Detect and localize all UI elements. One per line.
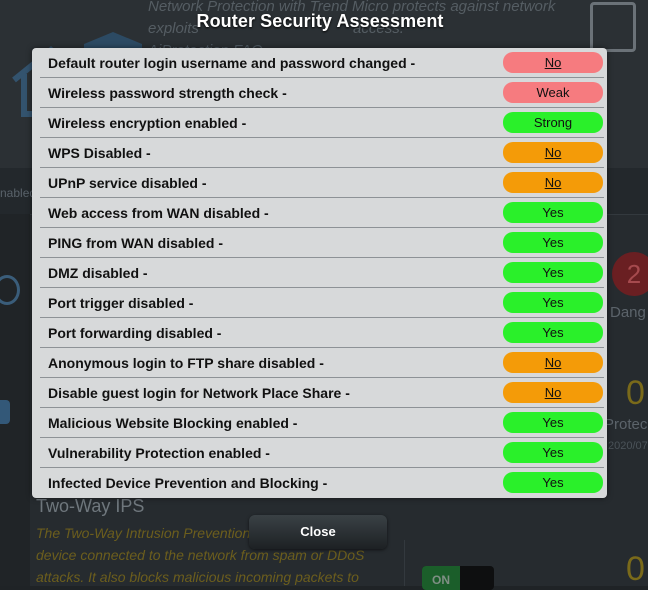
assessment-row: Infected Device Prevention and Blocking … <box>40 468 604 497</box>
assessment-label: Anonymous login to FTP share disabled - <box>48 355 324 371</box>
status-link[interactable]: No <box>503 172 603 193</box>
status-badge: Yes <box>503 472 603 493</box>
danger-count-badge: 2 <box>612 252 648 296</box>
toggle-on-label: ON <box>422 566 460 590</box>
ips-toggle[interactable]: ON <box>422 566 494 590</box>
status-link[interactable]: No <box>503 352 603 373</box>
ips-desc-line: device connected to the network from spa… <box>36 547 365 563</box>
assessment-label: UPnP service disabled - <box>48 175 207 191</box>
ips-desc-line: The Two-Way Intrusion Prevention <box>36 525 251 541</box>
status-badge: Yes <box>503 292 603 313</box>
assessment-row: Anonymous login to FTP share disabled - N… <box>40 348 604 378</box>
assessment-row: DMZ disabled - Yes <box>40 258 604 288</box>
protected-label: Protec <box>604 416 648 433</box>
status-badge: Yes <box>503 322 603 343</box>
assessment-label: Default router login username and passwo… <box>48 55 416 71</box>
assessment-row: Port trigger disabled - Yes <box>40 288 604 318</box>
ips-desc-line: attacks. It also blocks malicious incomi… <box>36 569 359 585</box>
status-badge: Yes <box>503 412 603 433</box>
protected-count: 0 <box>626 374 645 412</box>
close-button[interactable]: Close <box>249 515 387 549</box>
assessment-label: DMZ disabled - <box>48 265 148 281</box>
assessment-row: UPnP service disabled - No <box>40 168 604 198</box>
dialog-title: Router Security Assessment <box>196 11 444 31</box>
assessment-label: Wireless encryption enabled - <box>48 115 247 131</box>
assessment-label: PING from WAN disabled - <box>48 235 224 251</box>
status-badge: Weak <box>503 82 603 103</box>
assessment-label: Port trigger disabled - <box>48 295 194 311</box>
status-link[interactable]: No <box>503 52 603 73</box>
assessment-label: WPS Disabled - <box>48 145 151 161</box>
assessment-label: Port forwarding disabled - <box>48 325 222 341</box>
status-link[interactable]: No <box>503 142 603 163</box>
tab-label[interactable]: nabled <box>0 186 36 200</box>
ips-title: Two-Way IPS <box>36 496 145 516</box>
assessment-label: Wireless password strength check - <box>48 85 287 101</box>
assessment-row: Web access from WAN disabled - Yes <box>40 198 604 228</box>
protection-date: 2020/07 <box>608 440 648 452</box>
status-badge: Yes <box>503 232 603 253</box>
assessment-row: Malicious Website Blocking enabled - Yes <box>40 408 604 438</box>
assessment-row: Port forwarding disabled - Yes <box>40 318 604 348</box>
assessment-row: Vulnerability Protection enabled - Yes <box>40 438 604 468</box>
assessment-label: Disable guest login for Network Place Sh… <box>48 385 350 401</box>
danger-label: Dang <box>610 304 646 321</box>
assessment-row: Disable guest login for Network Place Sh… <box>40 378 604 408</box>
assessment-list: Default router login username and passwo… <box>40 48 604 497</box>
status-link[interactable]: No <box>503 382 603 403</box>
status-badge: Yes <box>503 442 603 463</box>
assessment-label: Vulnerability Protection enabled - <box>48 445 270 461</box>
security-assessment-panel: Default router login username and passwo… <box>32 48 607 498</box>
status-badge: Yes <box>503 202 603 223</box>
assessment-row: WPS Disabled - No <box>40 138 604 168</box>
status-badge: Yes <box>503 262 603 283</box>
status-badge: Strong <box>503 112 603 133</box>
assessment-label: Malicious Website Blocking enabled - <box>48 415 298 431</box>
assessment-row: PING from WAN disabled - Yes <box>40 228 604 258</box>
assessment-row: Wireless password strength check - Weak <box>40 78 604 108</box>
assessment-row: Default router login username and passwo… <box>40 48 604 78</box>
shield-icon <box>0 400 10 424</box>
divider <box>404 540 405 586</box>
assessment-row: Wireless encryption enabled - Strong <box>40 108 604 138</box>
assessment-label: Infected Device Prevention and Blocking … <box>48 475 328 491</box>
assessment-label: Web access from WAN disabled - <box>48 205 269 221</box>
blocked-count: 0 <box>626 550 645 588</box>
